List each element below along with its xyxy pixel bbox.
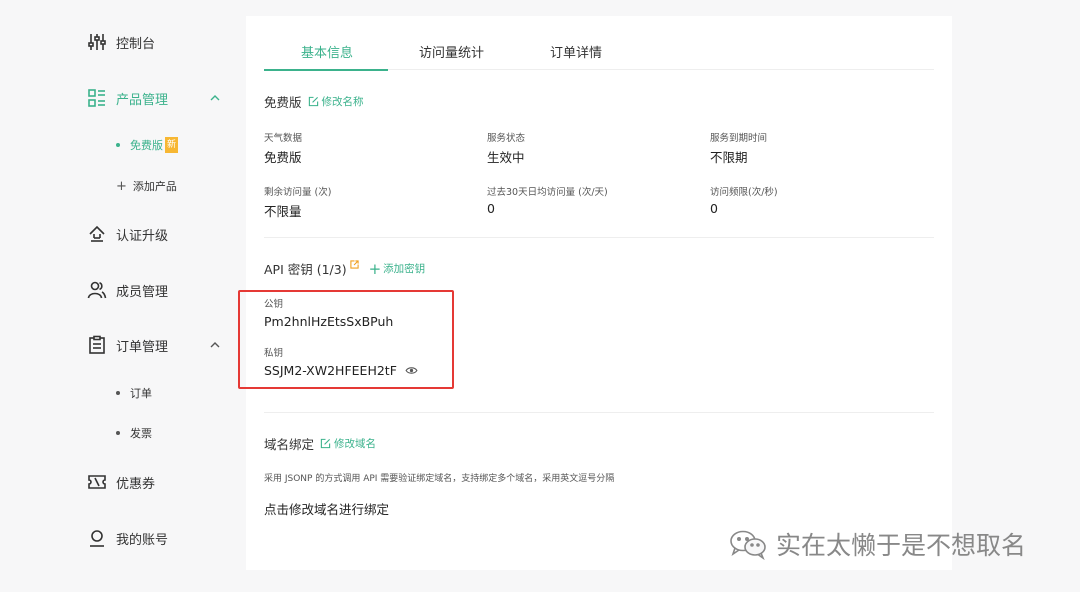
subitem-label: 发票 bbox=[130, 427, 152, 440]
sidebar: 控制台 产品管理 免费版 新 + 添加产品 认证升级 成员管理 订单管理 订单 … bbox=[0, 0, 246, 592]
add-key-link[interactable]: + 添加密钥 bbox=[369, 261, 426, 276]
field-label: 服务到期时间 bbox=[710, 133, 768, 144]
subitem-label: 添加产品 bbox=[132, 180, 177, 193]
sidebar-subitem-orders[interactable]: 订单 bbox=[116, 384, 152, 402]
plan-section-title: 免费版 修改名称 bbox=[264, 92, 364, 111]
field-value: 0 bbox=[487, 201, 495, 216]
plan-title: 免费版 bbox=[264, 95, 302, 110]
sidebar-item-account[interactable]: 我的账号 bbox=[86, 526, 168, 550]
api-title: API 密钥 (1/3) bbox=[264, 262, 347, 277]
tab-basic-info[interactable]: 基本信息 bbox=[301, 42, 353, 61]
sliders-icon bbox=[86, 31, 108, 53]
tab-bar: 基本信息 访问量统计 订单详情 bbox=[264, 38, 934, 71]
plus-icon: + bbox=[368, 259, 382, 278]
new-badge: 新 bbox=[165, 137, 179, 153]
bullet-dot bbox=[116, 431, 120, 435]
plus-icon: + bbox=[116, 178, 127, 194]
field-value: 生效中 bbox=[487, 150, 525, 165]
tab-order-details[interactable]: 订单详情 bbox=[550, 42, 602, 61]
field-value: 不限期 bbox=[710, 150, 748, 165]
sidebar-item-label: 优惠券 bbox=[116, 476, 156, 492]
grid-list-icon bbox=[86, 87, 108, 109]
field-label: 过去30天日均访问量 (次/天) bbox=[487, 187, 608, 198]
sidebar-item-label: 订单管理 bbox=[116, 339, 169, 355]
edit-name-label: 修改名称 bbox=[321, 96, 364, 108]
domain-section-title: 域名绑定 修改域名 bbox=[264, 434, 376, 453]
sidebar-subitem-add-product[interactable]: + 添加产品 bbox=[116, 177, 177, 195]
add-key-label: 添加密钥 bbox=[383, 263, 426, 275]
sidebar-item-label: 我的账号 bbox=[116, 532, 169, 548]
subitem-label: 免费版 bbox=[130, 139, 163, 152]
field-label: 剩余访问量 (次) bbox=[264, 187, 332, 198]
subitem-label: 订单 bbox=[130, 387, 152, 400]
edit-name-link[interactable]: 修改名称 bbox=[308, 94, 364, 109]
field-label: 服务状态 bbox=[487, 133, 526, 144]
sidebar-item-products[interactable]: 产品管理 bbox=[86, 86, 168, 110]
section-divider bbox=[264, 237, 934, 238]
sidebar-item-label: 成员管理 bbox=[116, 284, 169, 300]
clipboard-icon bbox=[86, 334, 108, 356]
field-value: 免费版 bbox=[264, 150, 302, 165]
active-tab-indicator bbox=[264, 69, 388, 71]
sidebar-item-members[interactable]: 成员管理 bbox=[86, 278, 168, 302]
wechat-icon bbox=[730, 530, 766, 560]
field-label: 天气数据 bbox=[264, 133, 303, 144]
api-section-title: API 密钥 (1/3) + 添加密钥 bbox=[264, 259, 425, 278]
bullet-dot bbox=[116, 391, 120, 395]
sidebar-subitem-invoice[interactable]: 发票 bbox=[116, 424, 152, 442]
edit-icon bbox=[308, 96, 318, 107]
sidebar-item-certification[interactable]: 认证升级 bbox=[86, 222, 168, 246]
edit-domain-link[interactable]: 修改域名 bbox=[320, 436, 376, 451]
edit-icon bbox=[320, 438, 331, 449]
field-value: 0 bbox=[710, 201, 718, 216]
watermark: 实在太懒于是不想取名 bbox=[728, 526, 1026, 562]
sidebar-item-orders[interactable]: 订单管理 bbox=[86, 333, 168, 357]
sidebar-item-label: 认证升级 bbox=[116, 228, 169, 244]
sidebar-subitem-free-plan[interactable]: 免费版 新 bbox=[116, 136, 179, 154]
external-link-icon[interactable] bbox=[349, 260, 359, 269]
domain-description: 采用 JSONP 的方式调用 API 需要验证绑定域名，支持绑定多个域名，采用英… bbox=[264, 474, 615, 484]
highlight-box bbox=[238, 290, 454, 389]
chevron-up-icon[interactable] bbox=[208, 91, 222, 105]
field-label: 访问频限(次/秒) bbox=[710, 187, 778, 198]
sidebar-item-coupons[interactable]: 优惠券 bbox=[86, 470, 155, 494]
domain-title: 域名绑定 bbox=[264, 437, 315, 452]
coupon-icon bbox=[86, 471, 108, 493]
tab-traffic-stats[interactable]: 访问量统计 bbox=[419, 42, 484, 61]
watermark-text: 实在太懒于是不想取名 bbox=[776, 531, 1027, 560]
section-divider bbox=[264, 412, 934, 413]
chevron-up-icon[interactable] bbox=[208, 338, 222, 352]
field-value: 不限量 bbox=[264, 204, 302, 219]
sidebar-item-label: 产品管理 bbox=[116, 92, 169, 108]
upgrade-icon bbox=[86, 223, 108, 245]
domain-placeholder[interactable]: 点击修改域名进行绑定 bbox=[264, 499, 389, 518]
edit-domain-label: 修改域名 bbox=[334, 438, 377, 450]
user-icon bbox=[86, 527, 108, 549]
users-icon bbox=[86, 279, 108, 301]
sidebar-item-label: 控制台 bbox=[116, 36, 156, 52]
bullet-dot bbox=[116, 143, 120, 147]
sidebar-item-console[interactable]: 控制台 bbox=[86, 30, 155, 54]
